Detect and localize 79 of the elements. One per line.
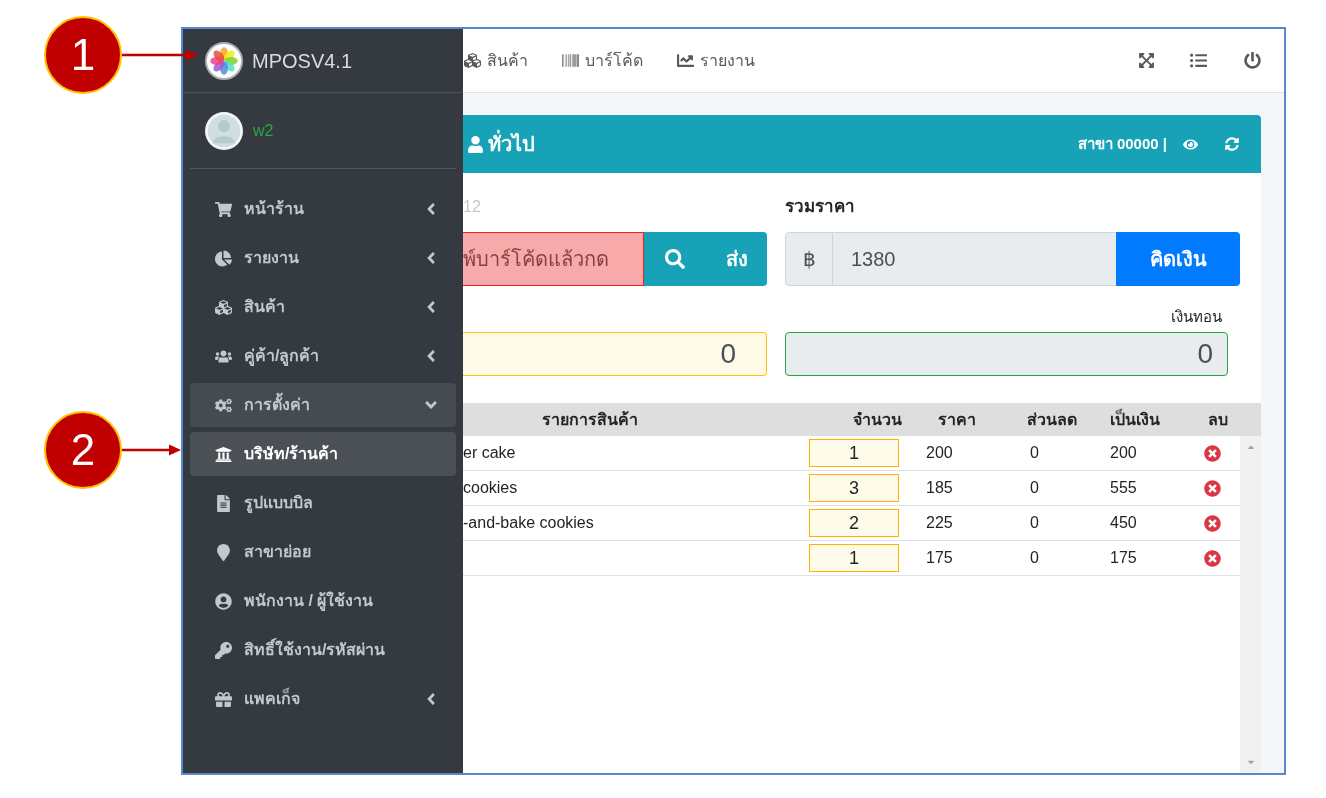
- cubes-icon: [214, 298, 232, 316]
- map-marker-icon: [214, 543, 232, 561]
- delete-icon[interactable]: [1204, 549, 1221, 567]
- bank-icon: [214, 445, 232, 463]
- pie-chart-icon: [214, 249, 232, 267]
- discount-amount: 0: [1030, 479, 1039, 496]
- column-header: ราคา: [937, 409, 977, 430]
- currency-prefix: ฿: [785, 232, 833, 286]
- cubes-icon: [464, 52, 481, 69]
- power-icon[interactable]: [1244, 52, 1261, 69]
- user-avatar-icon: [205, 111, 243, 150]
- sidebar-item[interactable]: พนักงาน / ผู้ใช้งาน: [190, 579, 456, 623]
- barcode-field[interactable]: พ์บาร์โค้ดแล้วกด: [463, 232, 644, 286]
- total-label: รวมราคา: [785, 196, 856, 218]
- delete-icon[interactable]: [1204, 444, 1221, 462]
- discount-amount: 0: [1030, 514, 1039, 531]
- sidebar-item[interactable]: รูปแบบบิล: [190, 481, 456, 525]
- barcode-icon: [562, 52, 579, 69]
- sidebar-item[interactable]: การตั้งค่า: [190, 383, 456, 427]
- quantity-field[interactable]: 3: [809, 474, 899, 502]
- change-field[interactable]: 0: [785, 332, 1228, 376]
- column-header: ลบ: [1207, 409, 1229, 430]
- refresh-icon[interactable]: [1225, 137, 1239, 151]
- search-button[interactable]: [644, 232, 706, 286]
- step-badge: 1: [44, 16, 122, 94]
- sidebar-item[interactable]: หน้าร้าน: [190, 187, 456, 231]
- discount-amount: 0: [1030, 549, 1039, 566]
- change-label: เงินทอน: [1171, 307, 1223, 327]
- pointer-arrow: [122, 444, 181, 456]
- column-header: ส่วนลด: [1026, 409, 1078, 430]
- received-field[interactable]: 0: [463, 332, 767, 376]
- column-header: รายการสินค้า: [541, 409, 639, 430]
- sidebar-item[interactable]: รายงาน: [190, 236, 456, 280]
- sidebar-item[interactable]: คู่ค้า/ลูกค้า: [190, 334, 456, 378]
- unit-price: 225: [926, 514, 953, 531]
- unit-price: 175: [926, 549, 953, 566]
- sidebar-item[interactable]: แพคเก็จ: [190, 677, 456, 721]
- line-total: 200: [1110, 444, 1137, 461]
- product-name: cookies: [463, 479, 518, 496]
- expand-icon[interactable]: [1138, 52, 1155, 69]
- line-total: 450: [1110, 514, 1137, 531]
- sidebar-item[interactable]: บริษัท/ร้านค้า: [190, 432, 456, 476]
- brand-title[interactable]: MPOSV4.1: [252, 45, 353, 76]
- delete-icon[interactable]: [1204, 479, 1221, 497]
- search-icon: [665, 249, 685, 269]
- discount-amount: 0: [1030, 444, 1039, 461]
- line-total: 175: [1110, 549, 1137, 566]
- card-title: ทั่วไป: [488, 129, 535, 159]
- delete-icon[interactable]: [1204, 514, 1221, 532]
- line-chart-icon: [677, 52, 694, 69]
- column-header: จำนวน: [852, 409, 903, 430]
- step-badge: 2: [44, 411, 122, 489]
- gift-icon: [214, 690, 232, 708]
- quantity-field[interactable]: 2: [809, 509, 899, 537]
- unit-price: 200: [926, 444, 953, 461]
- sidebar-item[interactable]: สิทธิ์ใช้งาน/รหัสผ่าน: [190, 628, 456, 672]
- product-name: er cake: [463, 444, 516, 461]
- unit-price: 185: [926, 479, 953, 496]
- checkout-button[interactable]: คิดเงิน: [1116, 232, 1240, 286]
- line-total: 555: [1110, 479, 1137, 496]
- document-icon: [214, 494, 232, 512]
- quantity-field[interactable]: 1: [809, 544, 899, 572]
- cart-icon: [214, 200, 232, 218]
- column-header: เป็นเงิน: [1109, 407, 1161, 430]
- sidebar-item[interactable]: สินค้า: [190, 285, 456, 329]
- nav-link[interactable]: บาร์โค้ด: [562, 48, 643, 73]
- gears-icon: [214, 396, 232, 414]
- total-field[interactable]: 1380: [833, 232, 1116, 286]
- quantity-field[interactable]: 1: [809, 439, 899, 467]
- nav-link[interactable]: สินค้า: [464, 48, 528, 73]
- list-icon[interactable]: [1190, 52, 1207, 69]
- user-name[interactable]: w2: [253, 118, 274, 143]
- branch-label: สาขา 00000 |: [1077, 133, 1167, 154]
- nav-link[interactable]: รายงาน: [677, 48, 755, 73]
- product-name: -and-bake cookies: [463, 514, 594, 531]
- petal-logo-icon: [205, 41, 243, 80]
- user-icon: [467, 135, 484, 153]
- sidebar-item[interactable]: สาขาย่อย: [190, 530, 456, 574]
- key-icon: [214, 641, 232, 659]
